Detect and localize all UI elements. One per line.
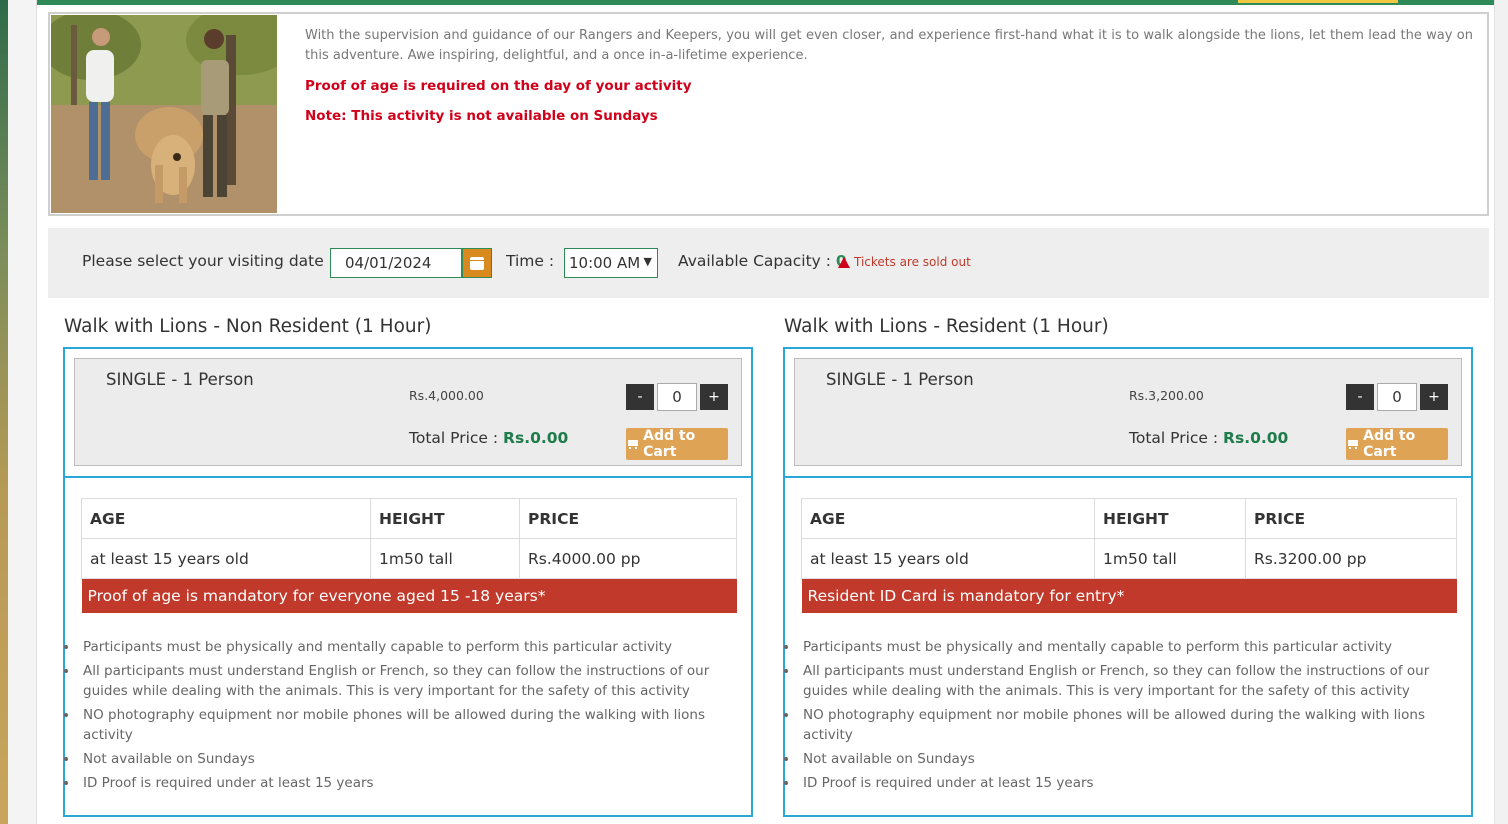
- cell-height: 1m50 tall: [370, 538, 520, 579]
- calendar-button[interactable]: [462, 248, 492, 278]
- rules-list: Participants must be physically and ment…: [64, 637, 745, 797]
- total-label: Total Price :: [409, 429, 499, 447]
- product-non-resident: Walk with Lions - Non Resident (1 Hour) …: [63, 316, 753, 817]
- ticket-name: SINGLE - 1 Person: [106, 370, 254, 389]
- table-row: at least 15 years old 1m50 tall Rs.3200.…: [801, 538, 1457, 579]
- product-box: SINGLE - 1 Person Rs.3,200.00 Total Pric…: [783, 347, 1473, 817]
- cell-age: at least 15 years old: [801, 538, 1095, 579]
- quantity-stepper: - 0 +: [1346, 383, 1448, 411]
- sold-out-message: Tickets are sold out: [838, 255, 971, 269]
- warning-icon: [838, 256, 850, 268]
- list-item: NO photography equipment nor mobile phon…: [784, 705, 1465, 745]
- scrollbar-track[interactable]: [1494, 0, 1508, 824]
- list-item: Participants must be physically and ment…: [784, 637, 1465, 657]
- requirement-banner-row: Resident ID Card is mandatory for entry*: [801, 578, 1457, 613]
- cell-height: 1m50 tall: [1094, 538, 1246, 579]
- time-select[interactable]: 10:00 AM ▼: [564, 248, 658, 278]
- booking-bar: Please select your visiting date : 04/01…: [48, 228, 1489, 298]
- background-edge: [0, 0, 8, 824]
- list-item: All participants must understand English…: [64, 661, 745, 701]
- product-box: SINGLE - 1 Person Rs.4,000.00 Total Pric…: [63, 347, 753, 817]
- total-value: Rs.0.00: [1223, 429, 1289, 447]
- decrement-button[interactable]: -: [1346, 384, 1374, 410]
- sunday-note: Note: This activity is not available on …: [305, 108, 658, 124]
- total-label: Total Price :: [1129, 429, 1219, 447]
- list-item: Participants must be physically and ment…: [64, 637, 745, 657]
- list-item: Not available on Sundays: [64, 749, 745, 769]
- ticket-unit-price: Rs.4,000.00: [409, 388, 484, 403]
- column-header-price: PRICE: [519, 498, 737, 539]
- cell-price: Rs.4000.00 pp: [519, 538, 737, 579]
- add-to-cart-label: Add to Cart: [1363, 428, 1416, 460]
- rates-table: AGE HEIGHT PRICE at least 15 years old 1…: [81, 498, 737, 613]
- quantity-input[interactable]: 0: [1377, 383, 1417, 411]
- add-to-cart-button[interactable]: Add to Cart: [626, 428, 728, 460]
- age-proof-note: Proof of age is required on the day of y…: [305, 78, 692, 94]
- cart-icon: [1346, 438, 1359, 450]
- activity-intro: With the supervision and guidance of our…: [48, 12, 1489, 216]
- time-value: 10:00 AM: [569, 254, 641, 272]
- ticket-unit-price: Rs.3,200.00: [1129, 388, 1204, 403]
- column-header-height: HEIGHT: [1094, 498, 1246, 539]
- ticket-card: SINGLE - 1 Person Rs.4,000.00 Total Pric…: [74, 358, 742, 466]
- page-gutter-left: [8, 0, 36, 824]
- cart-icon: [626, 438, 639, 450]
- visit-date-input[interactable]: 04/01/2024: [330, 248, 462, 278]
- cell-price: Rs.3200.00 pp: [1245, 538, 1457, 579]
- capacity-label: Available Capacity : 0: [678, 252, 847, 270]
- requirement-banner: Proof of age is mandatory for everyone a…: [81, 578, 737, 613]
- table-header-row: AGE HEIGHT PRICE: [801, 498, 1457, 539]
- increment-button[interactable]: +: [700, 384, 728, 410]
- product-resident: Walk with Lions - Resident (1 Hour) SING…: [783, 316, 1473, 817]
- activity-photo: [51, 15, 277, 213]
- increment-button[interactable]: +: [1420, 384, 1448, 410]
- chevron-down-icon: ▼: [643, 255, 652, 268]
- column-header-height: HEIGHT: [370, 498, 520, 539]
- list-item: NO photography equipment nor mobile phon…: [64, 705, 745, 745]
- column-header-age: AGE: [801, 498, 1095, 539]
- requirement-banner-row: Proof of age is mandatory for everyone a…: [81, 578, 737, 613]
- table-header-row: AGE HEIGHT PRICE: [81, 498, 737, 539]
- list-item: ID Proof is required under at least 15 y…: [784, 773, 1465, 793]
- ticket-card: SINGLE - 1 Person Rs.3,200.00 Total Pric…: [794, 358, 1462, 466]
- time-label: Time :: [506, 252, 555, 270]
- activity-description: With the supervision and guidance of our…: [305, 28, 1473, 63]
- ticket-total: Total Price : Rs.0.00: [1129, 429, 1288, 447]
- add-to-cart-button[interactable]: Add to Cart: [1346, 428, 1448, 460]
- date-label: Please select your visiting date :: [82, 252, 334, 270]
- table-row: at least 15 years old 1m50 tall Rs.4000.…: [81, 538, 737, 579]
- decrement-button[interactable]: -: [626, 384, 654, 410]
- product-title: Walk with Lions - Resident (1 Hour): [784, 316, 1109, 337]
- list-item: ID Proof is required under at least 15 y…: [64, 773, 745, 793]
- list-item: All participants must understand English…: [784, 661, 1465, 701]
- total-value: Rs.0.00: [503, 429, 569, 447]
- product-title: Walk with Lions - Non Resident (1 Hour): [64, 316, 432, 337]
- add-to-cart-label: Add to Cart: [643, 428, 696, 460]
- main-content: With the supervision and guidance of our…: [36, 0, 1494, 824]
- ticket-name: SINGLE - 1 Person: [826, 370, 974, 389]
- calendar-icon: [470, 256, 484, 270]
- quantity-stepper: - 0 +: [626, 383, 728, 411]
- sold-out-text: Tickets are sold out: [854, 255, 971, 269]
- rates-table: AGE HEIGHT PRICE at least 15 years old 1…: [801, 498, 1457, 613]
- requirement-banner: Resident ID Card is mandatory for entry*: [801, 578, 1457, 613]
- list-item: Not available on Sundays: [784, 749, 1465, 769]
- column-header-age: AGE: [81, 498, 371, 539]
- capacity-label-text: Available Capacity :: [678, 252, 831, 270]
- quantity-input[interactable]: 0: [657, 383, 697, 411]
- section-divider: [785, 476, 1471, 478]
- cell-age: at least 15 years old: [81, 538, 371, 579]
- section-divider: [65, 476, 751, 478]
- column-header-price: PRICE: [1245, 498, 1457, 539]
- rules-list: Participants must be physically and ment…: [784, 637, 1465, 797]
- ticket-total: Total Price : Rs.0.00: [409, 429, 568, 447]
- activity-description-block: With the supervision and guidance of our…: [305, 26, 1473, 126]
